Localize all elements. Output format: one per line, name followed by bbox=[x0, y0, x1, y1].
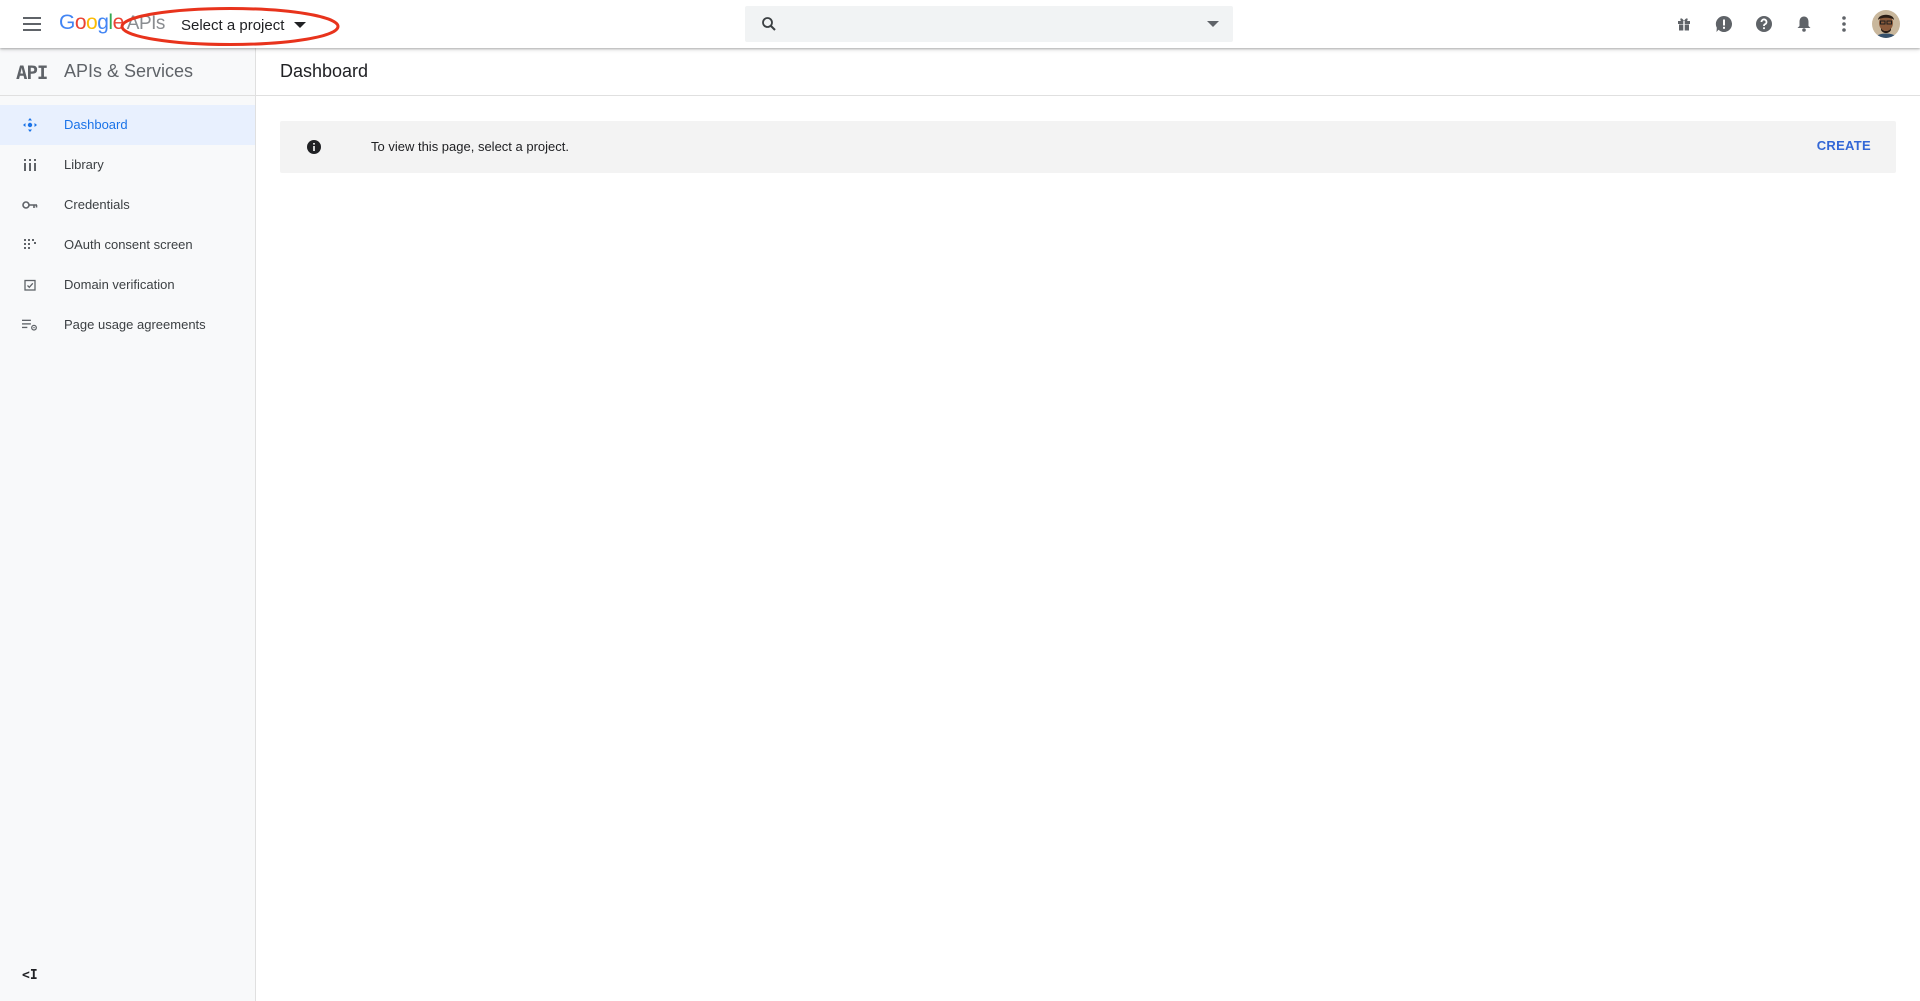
consent-grid-icon bbox=[22, 237, 38, 253]
sidebar-item-library[interactable]: Library bbox=[0, 145, 255, 185]
avatar[interactable] bbox=[1872, 10, 1900, 38]
sidebar-item-label: Page usage agreements bbox=[64, 317, 206, 332]
feedback-icon[interactable] bbox=[1712, 12, 1736, 36]
dashboard-icon bbox=[22, 117, 38, 133]
search-icon bbox=[762, 17, 776, 31]
create-project-button[interactable]: CREATE bbox=[1817, 138, 1871, 154]
search-input[interactable] bbox=[793, 12, 1173, 36]
list-settings-icon bbox=[22, 317, 38, 333]
main-content: Dashboard To view this page, select a pr… bbox=[256, 48, 1920, 1001]
sidebar-item-label: Domain verification bbox=[64, 277, 175, 292]
gift-icon[interactable] bbox=[1672, 12, 1696, 36]
search-dropdown-icon[interactable] bbox=[1207, 21, 1219, 27]
api-logo: API bbox=[16, 62, 48, 84]
info-banner: To view this page, select a project. CRE… bbox=[280, 121, 1896, 173]
page-header: Dashboard bbox=[256, 48, 1920, 96]
info-icon bbox=[307, 140, 321, 154]
top-bar: Google APIs Select a project bbox=[0, 0, 1920, 48]
sidebar-item-credentials[interactable]: Credentials bbox=[0, 185, 255, 225]
more-vert-icon[interactable] bbox=[1832, 12, 1856, 36]
sidebar-item-domain-verification[interactable]: Domain verification bbox=[0, 265, 255, 305]
sidebar-title: APIs & Services bbox=[64, 61, 194, 81]
notifications-icon[interactable] bbox=[1792, 12, 1816, 36]
checkbox-icon bbox=[22, 277, 38, 293]
help-icon[interactable] bbox=[1752, 12, 1776, 36]
sidebar-nav: Dashboard Library Credentials OAuth cons… bbox=[0, 105, 255, 345]
sidebar-item-label: Credentials bbox=[64, 197, 130, 212]
sidebar-item-label: Dashboard bbox=[64, 117, 128, 132]
chevron-down-icon bbox=[294, 22, 307, 28]
collapse-sidebar-button[interactable]: <I bbox=[22, 969, 40, 983]
sidebar-item-oauth-consent-screen[interactable]: OAuth consent screen bbox=[0, 225, 255, 265]
library-icon bbox=[22, 157, 38, 173]
google-apis-logo[interactable]: Google APIs bbox=[59, 10, 165, 38]
sidebar-item-page-usage-agreements[interactable]: Page usage agreements bbox=[0, 305, 255, 345]
sidebar: API APIs & Services Dashboard Library Cr… bbox=[0, 48, 256, 1001]
banner-message: To view this page, select a project. bbox=[371, 139, 569, 154]
sidebar-item-label: OAuth consent screen bbox=[64, 237, 193, 252]
page-title: Dashboard bbox=[280, 61, 369, 81]
sidebar-item-dashboard[interactable]: Dashboard bbox=[0, 105, 255, 145]
search-bar[interactable] bbox=[745, 6, 1233, 42]
project-picker[interactable]: Select a project bbox=[181, 14, 307, 36]
project-picker-label: Select a project bbox=[181, 16, 285, 34]
sidebar-item-label: Library bbox=[64, 157, 104, 172]
sidebar-header: API APIs & Services bbox=[0, 48, 255, 96]
key-icon bbox=[22, 197, 38, 213]
menu-icon[interactable] bbox=[20, 12, 44, 36]
